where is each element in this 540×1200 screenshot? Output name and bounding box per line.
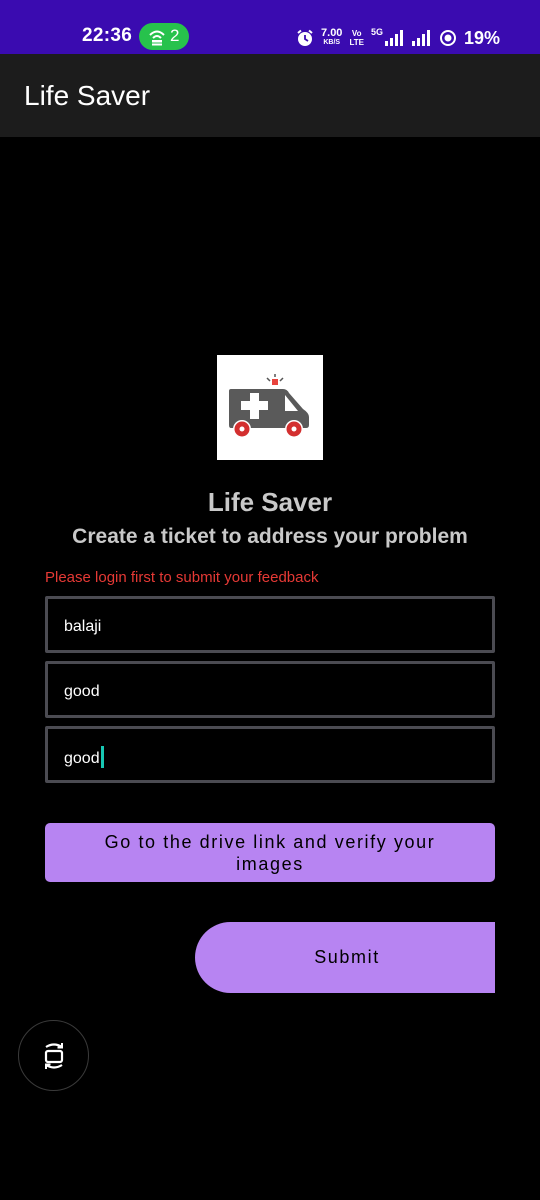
signal-2-icon	[411, 30, 430, 46]
submit-button[interactable]: Submit	[195, 922, 495, 993]
text-cursor	[100, 746, 104, 768]
page-subheading: Create a ticket to address your problem	[72, 525, 468, 548]
status-time: 22:36	[82, 25, 133, 46]
speed-unit: KB/S	[323, 39, 341, 46]
description-field[interactable]: good	[45, 726, 495, 783]
app-logo	[217, 355, 323, 460]
problem-field[interactable]: good	[45, 661, 495, 718]
hotspot-icon	[149, 30, 165, 46]
name-field-value: balaji	[64, 618, 102, 635]
description-field-value: good	[64, 746, 104, 770]
hotspot-count: 2	[170, 26, 180, 45]
battery-level: 19%	[463, 27, 500, 48]
description-text: good	[64, 750, 100, 768]
page-heading: Life Saver	[207, 487, 333, 517]
rotate-screen-button[interactable]	[18, 1020, 89, 1091]
status-bar: 22:36 2 7.00 KB/S Vo LTE 5G 19%	[0, 0, 540, 54]
volte-bottom: LTE	[349, 38, 364, 47]
app-bar: Life Saver	[0, 54, 540, 137]
problem-field-value: good	[64, 683, 100, 700]
ambulance-icon	[229, 374, 309, 438]
status-icons: 7.00 KB/S Vo LTE 5G 19%	[296, 24, 500, 52]
signal-icon	[384, 30, 403, 46]
speed-value: 7.00	[321, 27, 343, 39]
name-field[interactable]: balaji	[45, 596, 495, 653]
app-title: Life Saver	[24, 80, 151, 111]
login-error-message: Please login first to submit your feedba…	[45, 569, 319, 586]
screen-rotate-icon	[44, 1042, 63, 1069]
volte-top: Vo	[351, 29, 362, 38]
network-speed: 7.00 KB/S	[321, 27, 343, 47]
volte-indicator: Vo LTE	[349, 29, 364, 47]
app-screen: 22:36 2 7.00 KB/S Vo LTE 5G 19% Life Sav…	[0, 0, 540, 1200]
network-type: 5G	[370, 27, 383, 37]
battery-icon	[439, 30, 456, 46]
alarm-icon	[297, 29, 313, 46]
drive-link-button[interactable]: Go to the drive link and verify your ima…	[45, 823, 495, 882]
hotspot-indicator: 2	[139, 23, 189, 50]
